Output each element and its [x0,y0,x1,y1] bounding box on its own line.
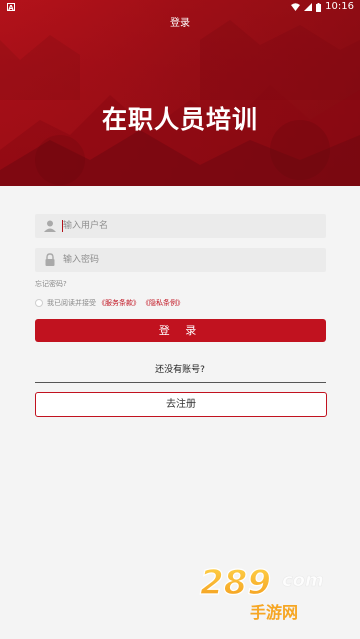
svg-text:289: 289 [200,563,271,603]
agreement-row: 我已阅读并接受 《服务条款》 《隐私条例》 [35,298,184,308]
username-input[interactable] [63,214,318,238]
notification-icon: A [7,3,15,12]
service-terms-link[interactable]: 《服务条款》 [98,298,140,308]
agreement-checkbox[interactable] [35,299,43,307]
user-icon [44,220,56,232]
status-icons: 10:16 [291,1,354,13]
app-title: 在职人员培训 [101,105,258,134]
agreement-text: 我已阅读并接受 [47,299,96,307]
register-button[interactable]: 去注册 [35,392,327,417]
lock-icon [45,253,55,266]
no-account-text: 还没有账号? [155,365,205,375]
password-input[interactable] [63,248,318,272]
svg-text:手游网: 手游网 [250,603,298,622]
privacy-terms-link[interactable]: 《隐私条例》 [142,298,184,308]
login-button[interactable]: 登 录 [35,319,326,342]
forgot-password-link[interactable]: 忘记密码? [35,279,67,289]
battery-icon [316,2,322,12]
login-screen: A 10:16 登录 在职人员培训 输入用户名 忘记密码? 我已阅读并接受 《服… [0,0,360,639]
site-watermark-logo: 289 com 手游网 [199,562,324,622]
hero-banner: A 10:16 登录 在职人员培训 [0,0,360,186]
clock-time: 10:16 [325,1,354,12]
status-bar: A 10:16 [0,0,360,14]
divider [35,382,326,383]
svg-text:com: com [282,570,324,591]
wifi-icon [291,3,301,11]
username-field[interactable] [35,214,326,238]
signal-icon [304,3,313,11]
password-field[interactable] [35,248,326,272]
page-title: 登录 [170,18,190,29]
